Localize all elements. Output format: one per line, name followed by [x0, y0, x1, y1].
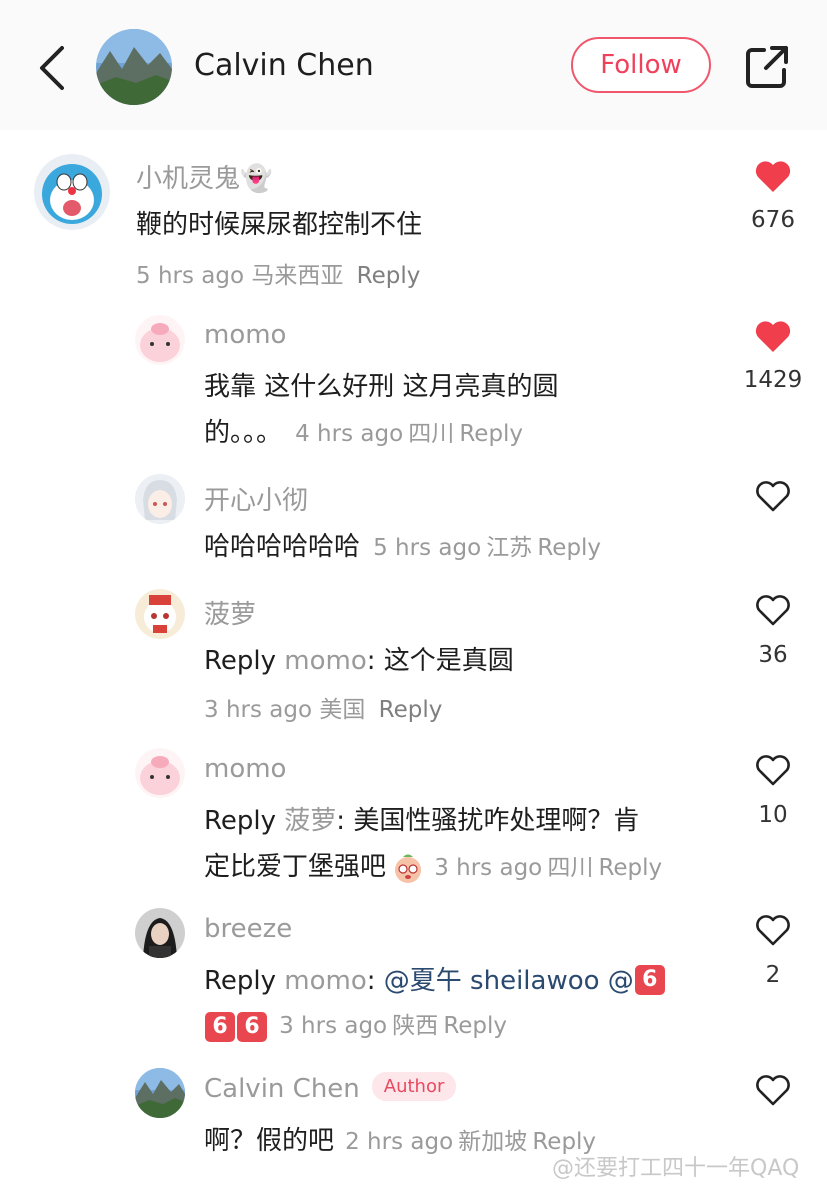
top-bar: Calvin Chen Follow [0, 0, 827, 130]
heart-filled-icon[interactable] [753, 318, 793, 354]
comment-location: 四川 [547, 855, 594, 881]
comment-location: 陕西 [392, 1013, 439, 1039]
comment-text: 的。。。 [204, 418, 283, 448]
comment-body: 啊？假的吧 2 hrs ago 新加坡 Reply [204, 1120, 596, 1157]
like-count: 2 [765, 962, 781, 988]
comment-text: 定比爱丁堡强吧 [204, 852, 387, 882]
comment-username[interactable]: breeze [204, 914, 292, 944]
comment-meta: 3 hrs ago 美国 Reply [204, 690, 442, 724]
comment-text-line2: 66 3 hrs ago 陕西 Reply [204, 1006, 507, 1044]
comment-time: 4 hrs ago [295, 421, 404, 447]
avatar[interactable] [135, 748, 185, 798]
comment-username[interactable]: Calvin Chen [204, 1074, 360, 1104]
chevron-left-icon[interactable] [34, 42, 70, 94]
comment-body: 哈哈哈哈哈哈 5 hrs ago 江苏 Reply [204, 526, 601, 563]
follow-button[interactable]: Follow [571, 37, 711, 93]
weibo-watermark: @还要打工四十一年QAQ [552, 1156, 800, 1181]
profile-avatar[interactable] [96, 29, 172, 105]
like-count: 36 [758, 642, 788, 668]
comment-username-row: Calvin Chen Author [204, 1072, 457, 1104]
reply-button[interactable]: Reply [537, 535, 601, 561]
comment-text: 鞭的时候屎尿都控制不住 [136, 210, 423, 240]
comment-time: 5 hrs ago [373, 535, 482, 561]
comment-text-line2: 的。。。 4 hrs ago 四川 Reply [204, 412, 523, 449]
mention-text[interactable]: @夏午 sheilawoo @ [384, 966, 634, 996]
peach-face-emoji-icon [395, 854, 422, 883]
comment-body: Reply momo: 这个是真圆 [204, 640, 514, 677]
comment-text: 啊？假的吧 [204, 1126, 335, 1156]
comment-time: 3 hrs ago [204, 697, 313, 723]
heart-filled-icon[interactable] [753, 158, 793, 194]
reply-button[interactable]: Reply [379, 697, 443, 723]
reply-to-user[interactable]: momo [284, 966, 366, 996]
avatar[interactable] [135, 908, 185, 958]
reply-button[interactable]: Reply [598, 855, 662, 881]
comment-username[interactable]: 菠萝 [204, 594, 256, 631]
comment-text: 哈哈哈哈哈哈 [204, 532, 361, 562]
keycap-6-emoji: 6 [634, 964, 665, 995]
reply-prefix: Reply [204, 646, 277, 676]
comment-username[interactable]: 开心小彻 [204, 480, 308, 517]
comment-meta: 5 hrs ago 马来西亚 Reply [136, 256, 420, 290]
reply-button[interactable]: Reply [459, 421, 523, 447]
comment-text: : 美国性骚扰咋处理啊？肯 [336, 806, 640, 836]
comment-text: : 这个是真圆 [366, 646, 514, 676]
avatar[interactable] [135, 589, 185, 639]
avatar[interactable] [135, 315, 185, 365]
share-external-icon[interactable] [744, 44, 790, 90]
comment-text-line2: 定比爱丁堡强吧 3 hrs ago 四川 Reply [204, 846, 662, 888]
heart-outline-icon[interactable] [753, 912, 793, 948]
heart-outline-icon[interactable] [753, 1072, 793, 1108]
comment-time: 2 hrs ago [345, 1129, 454, 1155]
profile-name[interactable]: Calvin Chen [194, 48, 374, 83]
keycap-6-emoji: 6 [205, 1011, 235, 1042]
comment-location: 江苏 [486, 535, 533, 561]
comment-username[interactable]: momo [204, 320, 286, 350]
avatar[interactable] [135, 474, 185, 524]
comment-time: 3 hrs ago [434, 855, 543, 881]
comment-time: 3 hrs ago [279, 1013, 388, 1039]
heart-outline-icon[interactable] [753, 592, 793, 628]
avatar[interactable] [135, 1068, 185, 1118]
like-count: 10 [758, 802, 788, 828]
comment-location: 美国 [319, 697, 366, 723]
comment-body: Reply 菠萝: 美国性骚扰咋处理啊？肯 [204, 800, 639, 837]
avatar[interactable] [34, 154, 110, 230]
comment-location: 马来西亚 [251, 263, 344, 289]
reply-button[interactable]: Reply [443, 1013, 507, 1039]
heart-outline-icon[interactable] [753, 478, 793, 514]
comment-body: Reply momo: @夏午 sheilawoo @6 [204, 960, 666, 997]
reply-to-user[interactable]: momo [284, 646, 366, 676]
author-badge: Author [371, 1072, 457, 1101]
reply-button[interactable]: Reply [357, 263, 421, 289]
comment-colon: : [366, 966, 384, 996]
reply-to-user[interactable]: 菠萝 [284, 806, 336, 836]
comment-location: 新加坡 [458, 1129, 528, 1155]
comment-username[interactable]: 小机灵鬼👻 [136, 158, 272, 195]
comment-username[interactable]: momo [204, 754, 286, 784]
comment-location: 四川 [408, 421, 455, 447]
like-count: 1429 [743, 367, 803, 393]
comment-text: 我靠 这什么好刑 这月亮真的圆 [204, 372, 559, 402]
comment-time: 5 hrs ago [136, 263, 245, 289]
heart-outline-icon[interactable] [753, 752, 793, 788]
keycap-6-emoji: 6 [237, 1011, 267, 1042]
reply-prefix: Reply [204, 806, 277, 836]
like-count: 676 [751, 207, 795, 233]
reply-prefix: Reply [204, 966, 277, 996]
